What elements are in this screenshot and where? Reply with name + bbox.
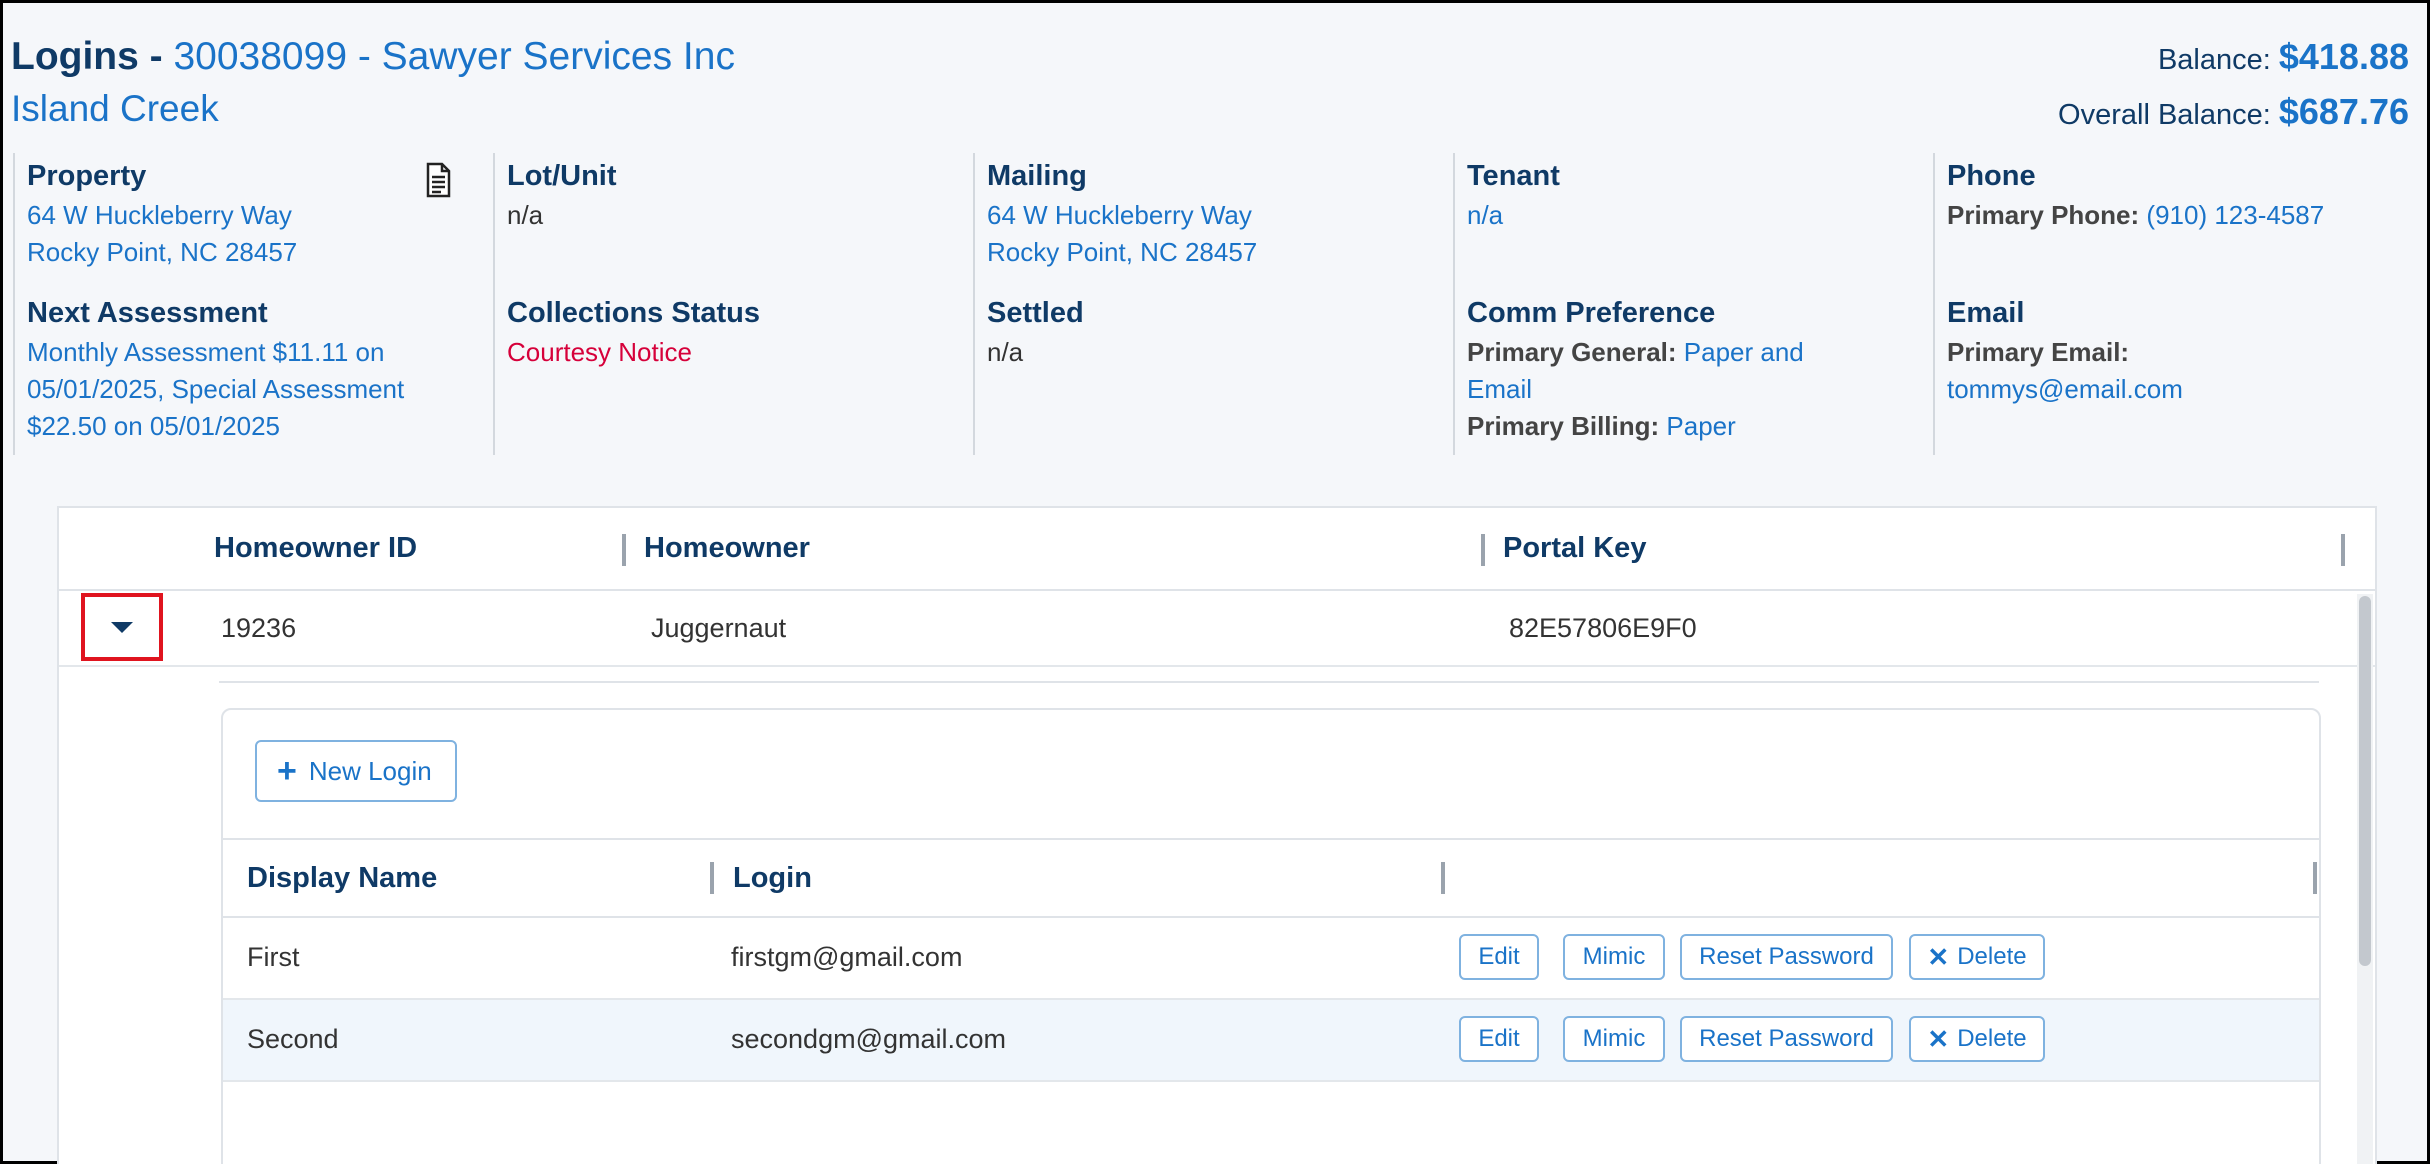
primary-email-label: Primary Email: xyxy=(1947,337,2130,367)
reset-password-button[interactable]: Reset Password xyxy=(1680,934,1893,980)
col-resize-handle[interactable] xyxy=(622,534,626,566)
primary-billing-label: Primary Billing: xyxy=(1467,411,1667,441)
collections-title: Collections Status xyxy=(507,297,760,329)
col-login[interactable]: Login xyxy=(733,862,812,895)
caret-down-icon xyxy=(111,621,133,633)
homeowner-id-cell: 19236 xyxy=(221,613,297,643)
property-section: Property 64 W Huckleberry Way Rocky Poin… xyxy=(13,153,493,290)
col-resize-handle[interactable] xyxy=(2341,534,2345,566)
mimic-button[interactable]: Mimic xyxy=(1563,934,1665,980)
association-link[interactable]: Island Creek xyxy=(11,83,735,135)
logins-header: Display Name Login xyxy=(223,838,2319,918)
delete-button[interactable]: ✕ Delete xyxy=(1909,1016,2045,1062)
login-row[interactable]: First firstgm@gmail.com Edit Mimic Reset… xyxy=(223,918,2319,1000)
divider xyxy=(219,681,2319,683)
col-resize-handle[interactable] xyxy=(710,862,714,894)
login-cell: firstgm@gmail.com xyxy=(731,942,963,972)
delete-label: Delete xyxy=(1957,1025,2027,1052)
login-row[interactable]: Second secondgm@gmail.com Edit Mimic Res… xyxy=(223,1000,2319,1082)
primary-general-value[interactable]: Paper and xyxy=(1684,337,1804,367)
property-line2[interactable]: Rocky Point, NC 28457 xyxy=(27,234,483,271)
primary-email-value[interactable]: tommys@email.com xyxy=(1947,371,2403,408)
account-link[interactable]: 30038099 - Sawyer Services Inc xyxy=(173,35,734,78)
lot-value: n/a xyxy=(507,200,544,230)
mimic-button[interactable]: Mimic xyxy=(1563,1016,1665,1062)
primary-billing-value[interactable]: Paper xyxy=(1666,411,1735,441)
overall-balance-label: Overall Balance: xyxy=(2058,99,2279,131)
phone-value[interactable]: (910) 123-4587 xyxy=(2146,200,2324,230)
page-title: Logins - 30038099 - Sawyer Services Inc xyxy=(11,31,735,83)
next-assessment-line2[interactable]: 05/01/2025, Special Assessment xyxy=(27,371,483,408)
col-display-name[interactable]: Display Name xyxy=(247,862,437,895)
col-resize-handle[interactable] xyxy=(1441,862,1445,894)
delete-label: Delete xyxy=(1957,943,2027,970)
close-icon: ✕ xyxy=(1927,941,1950,972)
vertical-scrollbar[interactable] xyxy=(2357,594,2373,1164)
tenant-section: Tenant n/a xyxy=(1453,153,1933,290)
balance-value[interactable]: $418.88 xyxy=(2279,36,2409,77)
settled-value: n/a xyxy=(987,337,1024,367)
delete-button[interactable]: ✕ Delete xyxy=(1909,934,2045,980)
col-resize-handle[interactable] xyxy=(2313,862,2317,894)
property-title: Property xyxy=(27,160,147,192)
logins-panel: + New Login Display Name Login First fir… xyxy=(221,708,2321,1164)
login-cell: secondgm@gmail.com xyxy=(731,1024,1007,1054)
homeowner-cell: Juggernaut xyxy=(651,613,787,643)
tenant-title: Tenant xyxy=(1467,160,1560,192)
new-login-label: New Login xyxy=(308,755,432,786)
next-assessment-line1[interactable]: Monthly Assessment $11.11 on xyxy=(27,334,483,371)
display-name-cell: Second xyxy=(247,1024,339,1054)
collections-section: Collections Status Courtesy Notice xyxy=(493,290,973,455)
next-assessment-title: Next Assessment xyxy=(27,297,268,329)
next-assessment-section: Next Assessment Monthly Assessment $11.1… xyxy=(13,290,493,455)
close-icon: ✕ xyxy=(1927,1023,1950,1054)
overall-balance: Overall Balance: $687.76 xyxy=(2058,86,2409,141)
edit-button[interactable]: Edit xyxy=(1459,1016,1539,1062)
property-line1[interactable]: 64 W Huckleberry Way xyxy=(27,197,483,234)
tenant-value[interactable]: n/a xyxy=(1467,197,1923,234)
row-expand-toggle[interactable] xyxy=(81,593,163,661)
info-grid: Property 64 W Huckleberry Way Rocky Poin… xyxy=(13,153,2413,455)
email-title: Email xyxy=(1947,297,2025,329)
phone-section: Phone Primary Phone: (910) 123-4587 xyxy=(1933,153,2413,290)
email-section: Email Primary Email: tommys@email.com xyxy=(1933,290,2413,455)
reset-password-button[interactable]: Reset Password xyxy=(1680,1016,1893,1062)
plus-icon: + xyxy=(277,752,297,790)
table-header: Homeowner ID Homeowner Portal Key xyxy=(59,508,2375,591)
col-homeowner[interactable]: Homeowner xyxy=(644,532,810,565)
homeowner-table: Homeowner ID Homeowner Portal Key 19236 … xyxy=(57,506,2377,1164)
comm-preference-title: Comm Preference xyxy=(1467,297,1716,329)
settled-section: Settled n/a xyxy=(973,290,1453,455)
display-name-cell: First xyxy=(247,942,300,972)
new-login-button[interactable]: + New Login xyxy=(255,740,457,802)
col-homeowner-id[interactable]: Homeowner ID xyxy=(214,532,417,565)
portal-key-cell: 82E57806E9F0 xyxy=(1509,613,1697,643)
balances: Balance: $418.88 Overall Balance: $687.7… xyxy=(2058,31,2409,141)
primary-general-label: Primary General: xyxy=(1467,337,1684,367)
col-portal-key[interactable]: Portal Key xyxy=(1503,532,1646,565)
col-resize-handle[interactable] xyxy=(1481,534,1485,566)
phone-title: Phone xyxy=(1947,160,2036,192)
balance: Balance: $418.88 xyxy=(2058,31,2409,86)
mailing-title: Mailing xyxy=(987,160,1087,192)
collections-status[interactable]: Courtesy Notice xyxy=(507,334,963,371)
lot-section: Lot/Unit n/a xyxy=(493,153,973,290)
mailing-line1[interactable]: 64 W Huckleberry Way xyxy=(987,197,1443,234)
mailing-line2[interactable]: Rocky Point, NC 28457 xyxy=(987,234,1443,271)
phone-label: Primary Phone: xyxy=(1947,200,2147,230)
table-row[interactable]: 19236 Juggernaut 82E57806E9F0 xyxy=(59,591,2375,667)
scrollbar-thumb[interactable] xyxy=(2359,596,2371,966)
document-icon[interactable] xyxy=(421,161,455,199)
settled-title: Settled xyxy=(987,297,1084,329)
balance-label: Balance: xyxy=(2157,44,2279,76)
edit-button[interactable]: Edit xyxy=(1459,934,1539,980)
next-assessment-line3[interactable]: $22.50 on 05/01/2025 xyxy=(27,408,483,445)
page-title-lead: Logins - xyxy=(11,35,174,78)
overall-balance-value[interactable]: $687.76 xyxy=(2279,91,2409,132)
mailing-section: Mailing 64 W Huckleberry Way Rocky Point… xyxy=(973,153,1453,290)
primary-general-value-cont[interactable]: Email xyxy=(1467,371,1923,408)
page-header: Logins - 30038099 - Sawyer Services Inc … xyxy=(11,31,735,135)
comm-preference-section: Comm Preference Primary General: Paper a… xyxy=(1453,290,1933,455)
lot-title: Lot/Unit xyxy=(507,160,617,192)
